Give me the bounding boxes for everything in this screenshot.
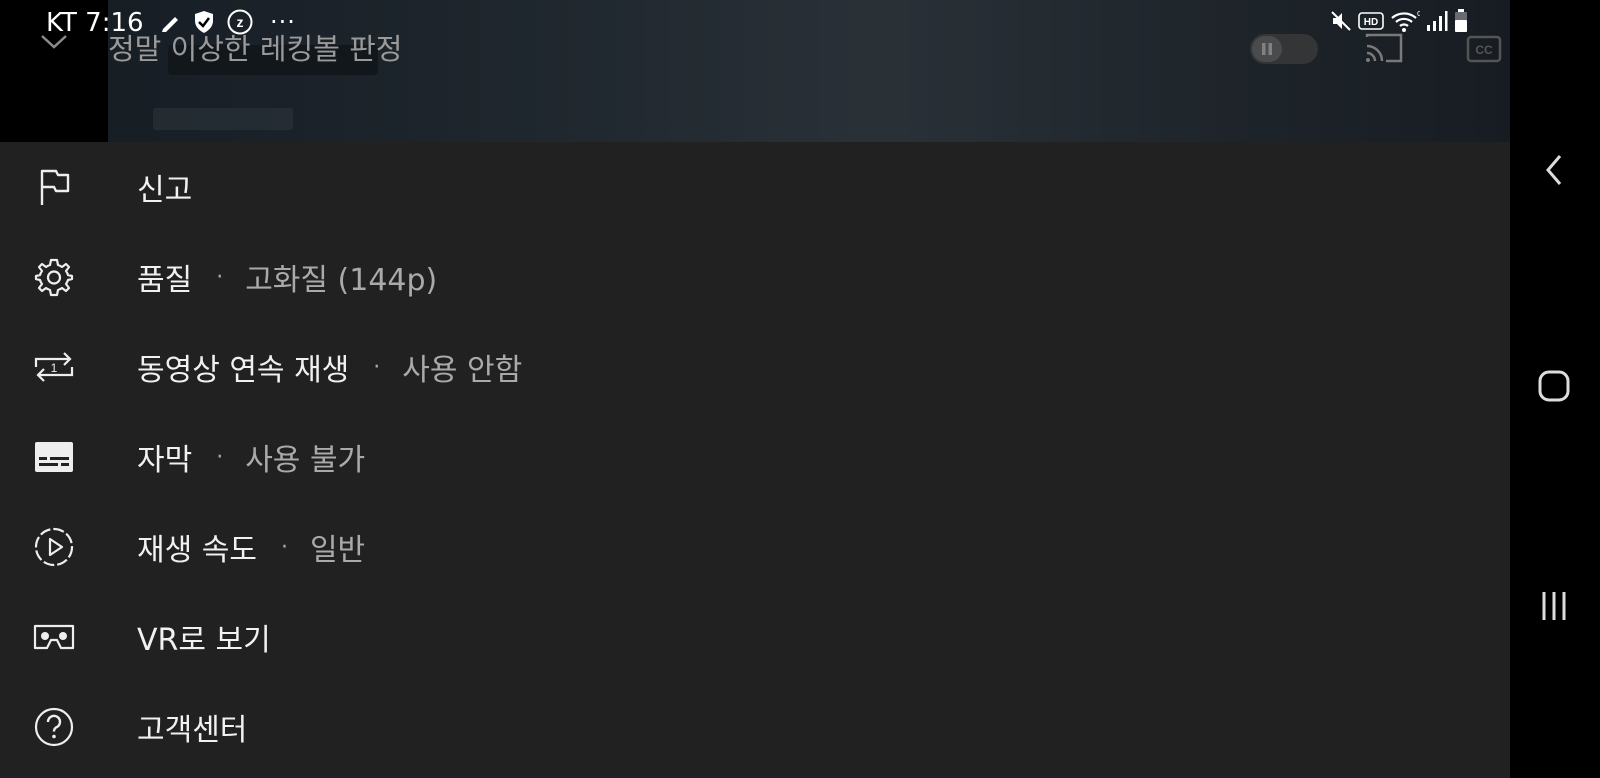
menu-item-value: 일반 bbox=[309, 533, 366, 568]
menu-item-label: 자막 bbox=[137, 443, 193, 478]
separator-dot: · bbox=[216, 264, 224, 290]
back-icon[interactable] bbox=[1540, 150, 1568, 190]
menu-item-label: 신고 bbox=[137, 173, 193, 208]
navigation-bar bbox=[1510, 0, 1600, 778]
svg-text:G: G bbox=[1417, 11, 1420, 18]
menu-item-label: VR로 보기 bbox=[137, 623, 271, 658]
subtitles-icon bbox=[32, 435, 76, 479]
menu-item-playback-speed[interactable]: 재생 속도 · 일반 bbox=[0, 502, 1510, 592]
menu-item-value: 고화질 (144p) bbox=[245, 263, 438, 298]
repeat-one-icon: 1 bbox=[32, 345, 76, 389]
cc-text: CC bbox=[1475, 43, 1493, 57]
signal-icon bbox=[1427, 11, 1448, 31]
hd-text: HD bbox=[1364, 17, 1378, 28]
shield-check-icon bbox=[195, 11, 213, 33]
flag-icon bbox=[32, 165, 76, 209]
wifi-icon: G bbox=[1391, 11, 1420, 32]
more-ellipsis: ··· bbox=[270, 8, 296, 36]
menu-item-label: 품질 bbox=[137, 263, 193, 298]
menu-item-captions[interactable]: 자막 · 사용 불가 bbox=[0, 412, 1510, 502]
home-icon[interactable] bbox=[1536, 368, 1572, 404]
separator-dot: · bbox=[373, 354, 381, 380]
menu-item-vr[interactable]: VR로 보기 bbox=[0, 592, 1510, 682]
menu-item-quality[interactable]: 품질 · 고화질 (144p) bbox=[0, 232, 1510, 322]
vr-icon bbox=[32, 615, 76, 659]
mute-icon bbox=[1331, 11, 1351, 31]
menu-item-label: 동영상 연속 재생 bbox=[137, 353, 350, 388]
menu-item-label: 재생 속도 bbox=[137, 533, 257, 568]
battery-icon bbox=[1455, 9, 1467, 32]
status-bar: KT 7:16 z ··· HD G bbox=[0, 0, 1510, 44]
menu-item-label: 고객센터 bbox=[137, 713, 248, 748]
gear-icon bbox=[32, 255, 76, 299]
pencil-icon bbox=[162, 17, 178, 32]
playback-speed-icon bbox=[32, 525, 76, 569]
separator-dot: · bbox=[280, 534, 288, 560]
svg-text:1: 1 bbox=[51, 361, 58, 375]
svg-text:z: z bbox=[237, 14, 244, 30]
recents-icon[interactable] bbox=[1536, 588, 1572, 624]
z-circle-icon: z bbox=[227, 9, 253, 35]
help-icon bbox=[32, 705, 76, 749]
menu-item-help[interactable]: 고객센터 bbox=[0, 682, 1510, 772]
menu-item-value: 사용 안함 bbox=[402, 353, 523, 388]
status-time: KT 7:16 bbox=[46, 8, 144, 38]
menu-item-value: 사용 불가 bbox=[245, 443, 366, 478]
settings-menu-sheet: 신고 품질 · 고화질 (144p) 1 동영상 연속 재생 · 사용 안함 자… bbox=[0, 142, 1510, 778]
menu-item-autoplay[interactable]: 1 동영상 연속 재생 · 사용 안함 bbox=[0, 322, 1510, 412]
hd-icon: HD bbox=[1358, 12, 1384, 30]
menu-item-report[interactable]: 신고 bbox=[0, 142, 1510, 232]
separator-dot: · bbox=[216, 444, 224, 470]
